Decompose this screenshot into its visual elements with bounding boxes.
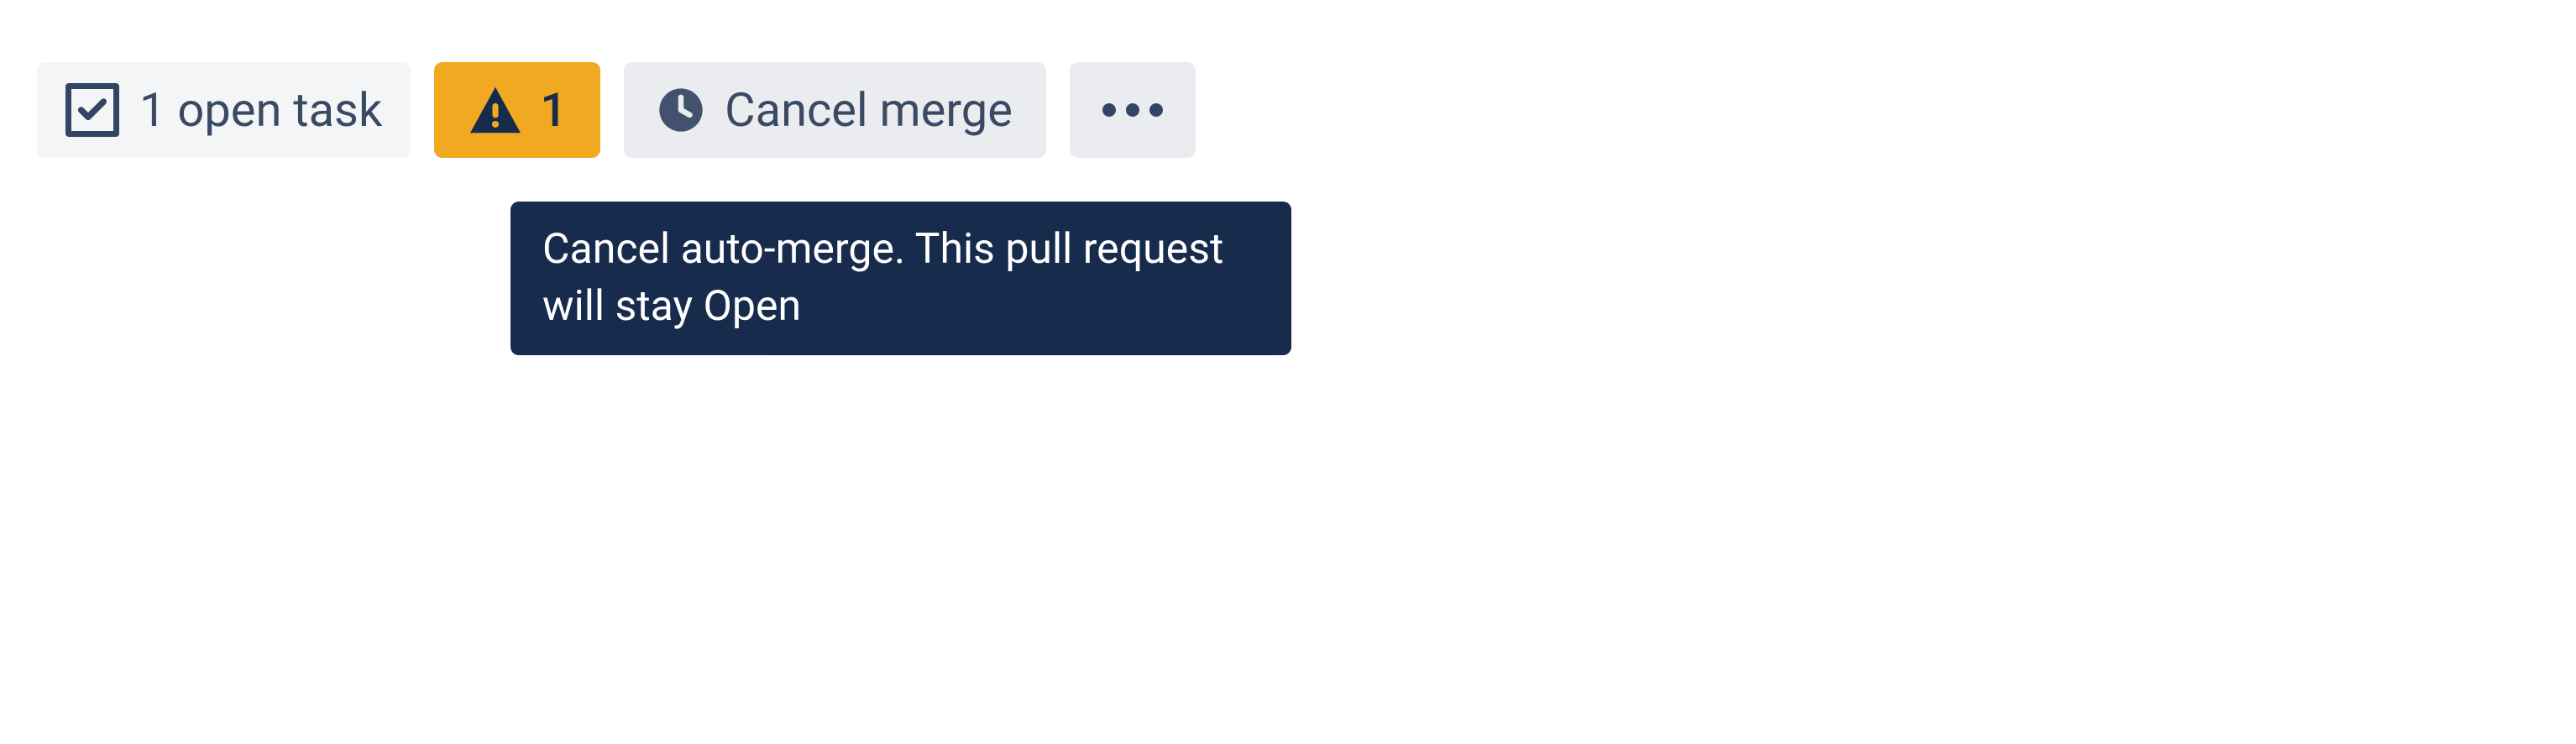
pr-toolbar: 1 open task 1 Cancel merge xyxy=(37,62,1196,158)
more-horizontal-icon xyxy=(1099,102,1166,118)
cancel-merge-button[interactable]: Cancel merge xyxy=(624,62,1046,158)
open-tasks-button[interactable]: 1 open task xyxy=(37,62,411,158)
cancel-merge-tooltip: Cancel auto-merge. This pull request wil… xyxy=(510,202,1291,355)
open-tasks-label: 1 open task xyxy=(139,82,382,138)
tooltip-text: Cancel auto-merge. This pull request wil… xyxy=(542,225,1223,331)
warning-triangle-icon xyxy=(468,85,523,135)
cancel-merge-label: Cancel merge xyxy=(725,82,1013,138)
warning-button[interactable]: 1 xyxy=(434,62,600,158)
more-actions-button[interactable] xyxy=(1070,62,1196,158)
clock-icon xyxy=(657,86,704,134)
warning-count: 1 xyxy=(540,82,567,138)
checkbox-icon xyxy=(65,83,119,137)
